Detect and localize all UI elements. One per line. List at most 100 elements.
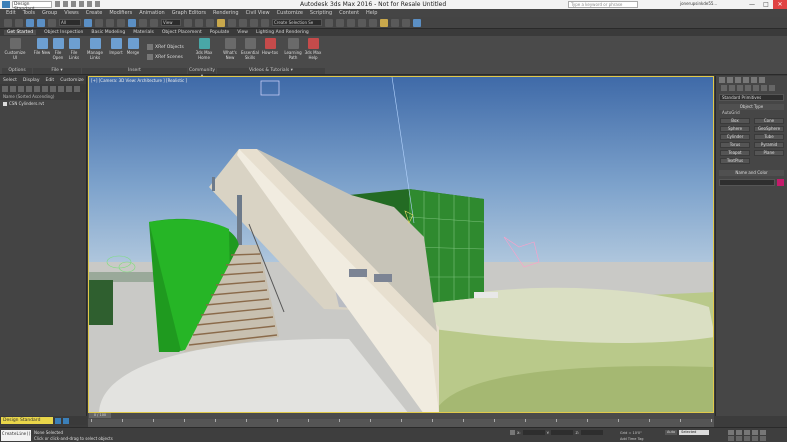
undo-icon[interactable] — [79, 1, 84, 7]
bone-filter-icon[interactable] — [74, 85, 80, 92]
move-icon[interactable] — [128, 18, 136, 27]
open-icon[interactable] — [63, 1, 68, 7]
learning-path-button[interactable]: Learning Path — [283, 38, 303, 60]
group-filter-icon[interactable] — [58, 85, 64, 92]
menu-civil-view[interactable]: Civil View — [246, 10, 270, 16]
rotate-icon[interactable] — [139, 18, 147, 27]
maxscript-mini-listener[interactable]: CreateLine(): — [1, 430, 33, 441]
menu-graph-editors[interactable]: Graph Editors — [172, 10, 206, 16]
go-to-start-icon[interactable] — [728, 430, 734, 435]
project-icon[interactable] — [95, 1, 100, 7]
textplus-button[interactable]: TextPlus — [720, 158, 750, 164]
select-by-name-icon[interactable] — [95, 18, 103, 27]
essential-skills-button[interactable]: Essential Skills — [240, 38, 260, 60]
teapot-button[interactable]: Teapot — [720, 150, 750, 156]
space-warps-icon[interactable] — [761, 85, 767, 91]
bind-space-warp-icon[interactable] — [48, 18, 56, 27]
object-color-swatch[interactable] — [777, 179, 784, 186]
group-file-label[interactable]: File ▾ — [33, 68, 81, 74]
file-links-button[interactable]: File Links — [65, 38, 83, 60]
torus-button[interactable]: Torus — [720, 142, 750, 148]
cameras-icon[interactable] — [745, 85, 751, 91]
geometry-filter-icon[interactable] — [10, 85, 16, 92]
z-coordinate-field[interactable] — [581, 430, 604, 435]
rectangular-selection-icon[interactable] — [106, 18, 114, 27]
redo-icon[interactable] — [87, 1, 92, 7]
menu-rendering[interactable]: Rendering — [213, 10, 239, 16]
spacewarp-filter-icon[interactable] — [50, 85, 56, 92]
object-name-field[interactable] — [719, 179, 775, 186]
systems-icon[interactable] — [769, 85, 775, 91]
zoom-icon[interactable] — [728, 436, 734, 441]
menu-animation[interactable]: Animation — [139, 10, 165, 16]
selection-filter-dropdown[interactable]: All — [59, 19, 81, 26]
auto-key-button[interactable]: Auto — [665, 430, 678, 435]
motion-tab-icon[interactable] — [743, 77, 749, 83]
hierarchy-tab-icon[interactable] — [735, 77, 741, 83]
schematic-view-icon[interactable] — [369, 18, 377, 27]
maximize-button[interactable]: □ — [759, 0, 773, 9]
maxscript-listener-icon[interactable] — [55, 417, 61, 424]
spinner-snap-icon[interactable] — [250, 18, 258, 27]
box-button[interactable]: Box — [720, 118, 750, 124]
workspace-dropdown[interactable]: Design Standard — [1, 417, 53, 424]
previous-frame-icon[interactable] — [736, 430, 742, 435]
new-icon[interactable] — [55, 1, 60, 7]
add-time-tag[interactable]: Add Time Tag — [620, 437, 644, 441]
manage-links-button[interactable]: Manage Links — [84, 38, 106, 60]
customize-ui-button[interactable]: Customize UI — [4, 38, 26, 60]
link-icon[interactable] — [26, 18, 34, 27]
xref-scenes-button[interactable]: XRef Scenes — [147, 54, 183, 60]
menu-scripting[interactable]: Scripting — [310, 10, 332, 16]
visibility-icon[interactable] — [3, 101, 7, 106]
max-help-button[interactable]: 3ds Max Help — [303, 38, 323, 60]
user-account[interactable]: jonerupsinkde55... — [680, 1, 717, 6]
maximize-viewport-icon[interactable] — [760, 436, 766, 441]
explorer-tab-display[interactable]: Display — [23, 78, 40, 83]
primitive-type-dropdown[interactable]: Standard Primitives — [719, 94, 784, 101]
group-videos-label[interactable]: Videos & Tutorials ▾ — [217, 68, 325, 74]
redo-icon[interactable] — [15, 18, 23, 27]
angle-snap-icon[interactable] — [228, 18, 236, 27]
xref-objects-button[interactable]: XRef Objects — [147, 44, 184, 50]
menu-edit[interactable]: Edit — [6, 10, 16, 16]
cylinder-button[interactable]: Cylinder — [720, 134, 750, 140]
menu-views[interactable]: Views — [64, 10, 78, 16]
percent-snap-icon[interactable] — [239, 18, 247, 27]
play-icon[interactable] — [744, 430, 750, 435]
tab-populate[interactable]: Populate — [210, 30, 230, 35]
layer-explorer-icon[interactable] — [347, 18, 355, 27]
merge-button[interactable]: Merge — [124, 38, 142, 55]
tab-lighting-and-rendering[interactable]: Lighting And Rendering — [256, 30, 309, 35]
list-item[interactable]: CSN Cylinders.rvt — [0, 100, 86, 107]
next-frame-icon[interactable] — [752, 430, 758, 435]
create-tab-icon[interactable] — [719, 77, 725, 83]
named-selection-sets-dropdown[interactable]: Create Selection Se — [272, 19, 322, 26]
xref-filter-icon[interactable] — [66, 85, 72, 92]
rendered-frame-window-icon[interactable] — [402, 18, 410, 27]
explorer-tab-customize[interactable]: Customize — [60, 78, 84, 83]
shapes-icon[interactable] — [729, 85, 735, 91]
geosphere-button[interactable]: GeoSphere — [754, 126, 784, 132]
render-setup-icon[interactable] — [391, 18, 399, 27]
explorer-tab-select[interactable]: Select — [3, 78, 17, 83]
pyramid-button[interactable]: Pyramid — [754, 142, 784, 148]
menu-content[interactable]: Content — [339, 10, 359, 16]
unlink-icon[interactable] — [37, 18, 45, 27]
plane-button[interactable]: Plane — [754, 150, 784, 156]
key-filter-dropdown[interactable]: Selected — [679, 430, 710, 435]
menu-modifiers[interactable]: Modifiers — [109, 10, 132, 16]
viewport-label[interactable]: [+] [Camera: 3D View: Architecture ] [Re… — [91, 78, 187, 83]
utilities-tab-icon[interactable] — [759, 77, 765, 83]
save-icon[interactable] — [71, 1, 76, 7]
import-button[interactable]: Import — [107, 38, 125, 55]
tab-get-started[interactable]: Get Started — [4, 30, 37, 35]
edit-named-selections-icon[interactable] — [261, 18, 269, 27]
lock-selection-icon[interactable] — [510, 430, 515, 435]
shape-filter-icon[interactable] — [18, 85, 24, 92]
pan-icon[interactable] — [744, 436, 750, 441]
light-filter-icon[interactable] — [26, 85, 32, 92]
close-button[interactable]: ✕ — [773, 0, 787, 9]
mini-listener-icon[interactable] — [63, 417, 69, 424]
tab-object-inspection[interactable]: Object Inspection — [44, 30, 83, 35]
